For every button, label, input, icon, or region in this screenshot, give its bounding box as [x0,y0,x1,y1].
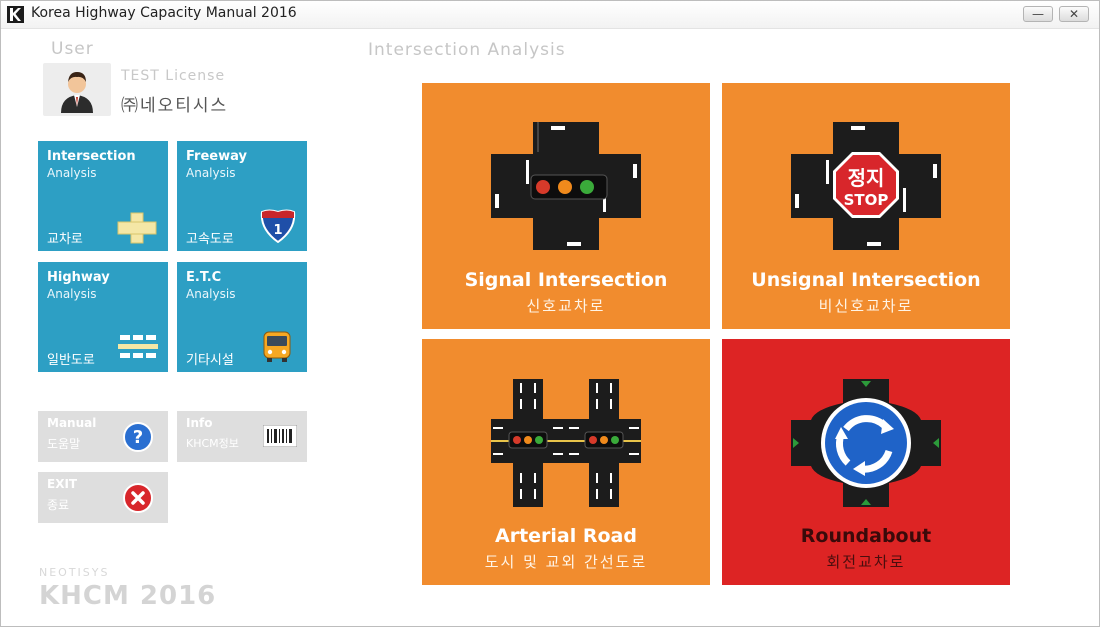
tile-title: Intersection [47,149,136,164]
card-title: Signal Intersection [464,269,668,291]
tile-title: Freeway [186,149,247,164]
company-name: ㈜네오티시스 [121,96,229,116]
brand-big: KHCM 2016 [39,581,217,611]
app-logo-icon [7,6,24,23]
help-icon: ? [123,422,153,452]
card-korean: 회전교차로 [826,553,906,571]
exit-title: EXIT [47,477,78,491]
tile-korean-label: 고속도로 [186,232,234,247]
user-avatar-icon [61,72,93,113]
avatar [43,63,111,116]
shield-number: 1 [273,223,282,238]
tile-subtitle: Analysis [47,166,97,180]
road-lanes-icon [118,332,158,362]
user-heading: User [51,39,94,59]
manual-title: Manual [47,416,97,430]
tile-subtitle: Analysis [47,287,97,301]
exit-button[interactable]: EXIT 종료 [38,472,168,523]
tile-title: E.T.C [186,270,222,285]
exit-subtitle: 종료 [47,498,70,512]
brand-small: NEOTISYS [39,566,110,579]
info-subtitle: KHCM정보 [186,437,239,450]
license-label: TEST License [121,68,226,84]
window-title: Korea Highway Capacity Manual 2016 [31,5,297,21]
arterial-road-card[interactable]: Arterial Road 도시 및 교외 간선도로 [422,339,710,585]
close-x-icon [123,483,153,513]
tile-korean-label: 기타시설 [186,353,234,368]
arterial-road-icon [491,379,641,507]
close-window-button[interactable]: ✕ [1059,6,1089,22]
interstate-shield-icon: 1 [260,209,296,243]
card-korean: 비신호교차로 [818,297,914,315]
highway-analysis-tile[interactable]: Highway Analysis 일반도로 [38,262,168,372]
intersection-cross-icon [117,212,157,244]
tile-title: Highway [47,270,110,285]
minimize-button[interactable]: — [1023,6,1053,22]
card-title: Arterial Road [495,525,637,547]
stop-sign-intersection-icon: 정지 STOP [791,122,941,250]
stop-sign-english: STOP [844,191,889,209]
tile-subtitle: Analysis [186,166,236,180]
svg-text:?: ? [133,427,143,448]
manual-button[interactable]: Manual 도움말 ? [38,411,168,462]
tile-korean-label: 일반도로 [47,353,95,368]
freeway-analysis-tile[interactable]: Freeway Analysis 고속도로 1 [177,141,307,251]
app-window: Korea Highway Capacity Manual 2016 — ✕ U… [0,0,1100,627]
stop-sign-korean: 정지 [848,166,885,190]
tile-korean-label: 교차로 [47,232,83,247]
etc-analysis-tile[interactable]: E.T.C Analysis 기타시설 [177,262,307,372]
unsignal-intersection-card[interactable]: 정지 STOP Unsignal Intersection 비신호교차로 [722,83,1010,329]
card-korean: 도시 및 교외 간선도로 [484,553,648,571]
roundabout-icon [791,379,941,507]
barcode-icon [263,425,297,447]
tile-subtitle: Analysis [186,287,236,301]
card-title: Roundabout [800,525,932,547]
card-korean: 신호교차로 [526,297,606,315]
signal-intersection-card[interactable]: Signal Intersection 신호교차로 [422,83,710,329]
info-button[interactable]: Info KHCM정보 [177,411,307,462]
manual-subtitle: 도움말 [47,437,81,451]
title-bar: Korea Highway Capacity Manual 2016 — ✕ [1,1,1099,29]
traffic-light-intersection-icon [491,122,641,250]
roundabout-card[interactable]: Roundabout 회전교차로 [722,339,1010,585]
info-title: Info [186,416,213,430]
main-heading: Intersection Analysis [368,40,566,60]
card-title: Unsignal Intersection [751,269,981,291]
bus-icon [263,331,291,362]
intersection-analysis-tile[interactable]: Intersection Analysis 교차로 [38,141,168,251]
